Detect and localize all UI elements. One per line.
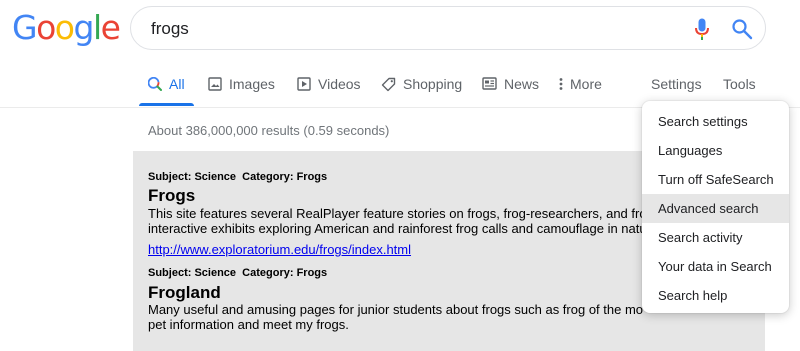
tab-images[interactable]: Images xyxy=(208,76,275,106)
result-meta: Subject: Science Category: Frogs xyxy=(148,171,327,183)
search-icon[interactable] xyxy=(731,18,753,40)
subject-label: Subject: Science xyxy=(148,171,237,183)
result-title: Frogs xyxy=(148,186,196,205)
logo-letter: G xyxy=(12,8,38,47)
search-multicolor-icon xyxy=(148,77,162,91)
result-meta: Subject: Science Category: Frogs xyxy=(148,267,327,279)
more-vertical-icon xyxy=(559,78,563,90)
video-icon xyxy=(297,77,311,91)
logo-letter: g xyxy=(73,8,94,47)
search-box[interactable]: frogs xyxy=(130,6,766,50)
tab-label: Images xyxy=(229,76,275,92)
category-label: Category: Frogs xyxy=(242,267,328,279)
result-stats: About 386,000,000 results (0.59 seconds) xyxy=(148,123,390,138)
logo-letter: e xyxy=(100,8,121,47)
google-logo[interactable]: Google xyxy=(12,8,121,47)
tab-more[interactable]: More xyxy=(559,76,602,106)
tab-label: News xyxy=(504,76,540,92)
menu-item-search-help[interactable]: Search help xyxy=(642,281,789,310)
tab-news[interactable]: News xyxy=(482,76,539,106)
tab-videos[interactable]: Videos xyxy=(297,76,361,106)
menu-item-turn-off-safesearch[interactable]: Turn off SafeSearch xyxy=(642,165,789,194)
description-line: pet information and meet my frogs. xyxy=(148,317,349,332)
menu-item-search-activity[interactable]: Search activity xyxy=(642,223,789,252)
news-icon xyxy=(482,77,497,90)
tab-label: All xyxy=(169,76,185,92)
result-url-link[interactable]: http://www.exploratorium.edu/frogs/index… xyxy=(148,242,411,257)
logo-letter: o xyxy=(36,8,56,47)
logo-letter: o xyxy=(54,8,75,47)
logo-letter: l xyxy=(92,8,102,47)
tab-shopping[interactable]: Shopping xyxy=(381,76,462,106)
image-icon xyxy=(208,77,222,91)
microphone-icon[interactable] xyxy=(694,18,710,40)
tab-all[interactable]: All xyxy=(139,76,194,106)
search-input[interactable]: frogs xyxy=(151,19,189,39)
tag-icon xyxy=(381,77,396,92)
result-title: Frogland xyxy=(148,283,221,302)
menu-item-search-settings[interactable]: Search settings xyxy=(642,107,789,136)
tab-label: Videos xyxy=(318,76,361,92)
tab-label: More xyxy=(570,76,602,92)
category-label: Category: Frogs xyxy=(242,171,328,183)
tab-label: Shopping xyxy=(403,76,463,92)
menu-item-languages[interactable]: Languages xyxy=(642,136,789,165)
settings-dropdown-menu: Search settings Languages Turn off SafeS… xyxy=(642,101,789,313)
subject-label: Subject: Science xyxy=(148,267,237,279)
menu-item-advanced-search[interactable]: Advanced search xyxy=(642,194,789,223)
menu-item-your-data[interactable]: Your data in Search xyxy=(642,252,789,281)
